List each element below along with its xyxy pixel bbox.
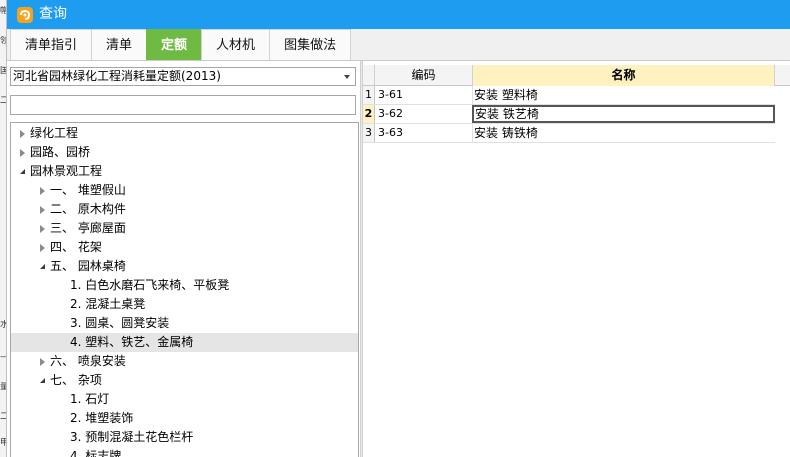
query-window: 查询 清单指引 清单 定额 人材机 图集做法 河北省园林绿化工程消耗量定额(2013) … [7, 0, 790, 457]
tree-node-label: 六、 喷泉安装 [50, 354, 126, 368]
column-header-overflow [775, 65, 790, 86]
tree-node-label: 一、 堆塑假山 [50, 183, 126, 197]
collapsed-arrow-icon[interactable] [37, 238, 47, 257]
tree-node-label: 4. 塑料、铁艺、金属椅 [70, 335, 194, 349]
expanded-arrow-icon[interactable] [37, 371, 47, 390]
tab-2[interactable]: 定额 [146, 29, 203, 60]
collapsed-arrow-icon[interactable] [37, 219, 47, 238]
tree-node-label: 七、 杂项 [50, 373, 102, 387]
quota-grid: 编码 名称 1 3-61 安装 塑料椅 2 3-62 安装 铁艺椅 3 3-63 安装 铸铁椅 [363, 65, 790, 457]
row-number-header [363, 65, 375, 86]
tree-node-label: 1. 石灯 [70, 392, 110, 406]
tree-node[interactable]: 一、 堆塑假山 [11, 181, 358, 200]
tree-node-label: 绿化工程 [30, 126, 79, 140]
collapsed-arrow-icon[interactable] [17, 124, 27, 143]
tree-node-label: 2. 堆塑装饰 [70, 411, 134, 425]
tree-node[interactable]: 2. 混凝土桌凳 [11, 295, 358, 314]
expanded-arrow-icon[interactable] [37, 257, 47, 276]
name-cell[interactable]: 安装 塑料椅 [473, 86, 775, 104]
collapsed-arrow-icon[interactable] [17, 143, 27, 162]
tree-node-label: 2. 混凝土桌凳 [70, 297, 146, 311]
tree-node[interactable]: 4. 塑料、铁艺、金属椅 [11, 333, 358, 352]
tree-node-label: 五、 园林桌椅 [50, 259, 126, 273]
table-row[interactable]: 3 3-63 安装 铸铁椅 [363, 124, 775, 143]
search-input[interactable] [10, 95, 356, 115]
column-header-code[interactable]: 编码 [375, 65, 473, 86]
quota-library-dropdown[interactable]: 河北省园林绿化工程消耗量定额(2013) [10, 67, 356, 86]
tree-node[interactable]: 4. 标志牌 [11, 447, 358, 457]
tree-node[interactable]: 七、 杂项 [11, 371, 358, 390]
tree-node-label: 园路、园桥 [30, 145, 91, 159]
tree-node-label: 1. 白色水磨石飞来椅、平板凳 [70, 278, 230, 292]
collapsed-arrow-icon[interactable] [37, 200, 47, 219]
chevron-down-icon[interactable] [344, 75, 350, 79]
tree-node[interactable]: 3. 预制混凝土花色栏杆 [11, 428, 358, 447]
left-pane: 河北省园林绿化工程消耗量定额(2013) 绿化工程园路、园桥园林景观工程一、 堆… [7, 61, 360, 457]
app-logo-icon [17, 6, 33, 23]
tree-node[interactable]: 园林景观工程 [11, 162, 358, 181]
tab-1[interactable]: 清单 [91, 29, 148, 60]
tree-node[interactable]: 五、 园林桌椅 [11, 257, 358, 276]
name-cell[interactable]: 安装 铁艺椅 [472, 105, 775, 123]
tree-node-label: 二、 原木构件 [50, 202, 126, 216]
background-window-edge: 帽领国二水—量二申 [0, 0, 7, 457]
tree-node[interactable]: 二、 原木构件 [11, 200, 358, 219]
tree-node-label: 3. 圆桌、圆凳安装 [70, 316, 170, 330]
code-cell[interactable]: 3-62 [375, 105, 473, 123]
tree-node[interactable]: 3. 圆桌、圆凳安装 [11, 314, 358, 333]
row-number: 1 [363, 86, 375, 104]
tree-node[interactable]: 2. 堆塑装饰 [11, 409, 358, 428]
tree-node[interactable]: 园路、园桥 [11, 143, 358, 162]
tree-node-label: 四、 花架 [50, 240, 102, 254]
tree-node[interactable]: 1. 石灯 [11, 390, 358, 409]
tree-node-label: 三、 亭廊屋面 [50, 221, 126, 235]
quota-library-selected: 河北省园林绿化工程消耗量定额(2013) [13, 69, 221, 83]
name-cell[interactable]: 安装 铸铁椅 [473, 124, 775, 142]
tree-node[interactable]: 四、 花架 [11, 238, 358, 257]
expanded-arrow-icon[interactable] [17, 162, 27, 181]
row-number: 2 [363, 105, 375, 123]
title-bar: 查询 [7, 0, 790, 29]
table-row[interactable]: 1 3-61 安装 塑料椅 [363, 86, 775, 105]
tab-3[interactable]: 人材机 [201, 29, 271, 60]
code-cell[interactable]: 3-63 [375, 124, 473, 142]
window-title: 查询 [39, 6, 67, 22]
collapsed-arrow-icon[interactable] [37, 181, 47, 200]
tree-node[interactable]: 1. 白色水磨石飞来椅、平板凳 [11, 276, 358, 295]
tree-node-label: 园林景观工程 [30, 164, 103, 178]
table-row[interactable]: 2 3-62 安装 铁艺椅 [363, 105, 775, 124]
tree-node-label: 3. 预制混凝土花色栏杆 [70, 430, 194, 444]
column-header-name[interactable]: 名称 [473, 65, 775, 86]
tree-node[interactable]: 六、 喷泉安装 [11, 352, 358, 371]
row-number: 3 [363, 124, 375, 142]
tree-node[interactable]: 绿化工程 [11, 124, 358, 143]
grid-header: 编码 名称 [363, 65, 790, 86]
tab-4[interactable]: 图集做法 [269, 29, 352, 60]
tab-bar: 清单指引 清单 定额 人材机 图集做法 [7, 29, 790, 61]
code-cell[interactable]: 3-61 [375, 86, 473, 104]
tree-node-label: 4. 标志牌 [70, 449, 122, 457]
chapter-tree: 绿化工程园路、园桥园林景观工程一、 堆塑假山 二、 原木构件 三、 亭廊屋面 四、 花… [10, 122, 359, 457]
tree-node[interactable]: 三、 亭廊屋面 [11, 219, 358, 238]
collapsed-arrow-icon[interactable] [37, 352, 47, 371]
tab-0[interactable]: 清单指引 [10, 29, 93, 60]
